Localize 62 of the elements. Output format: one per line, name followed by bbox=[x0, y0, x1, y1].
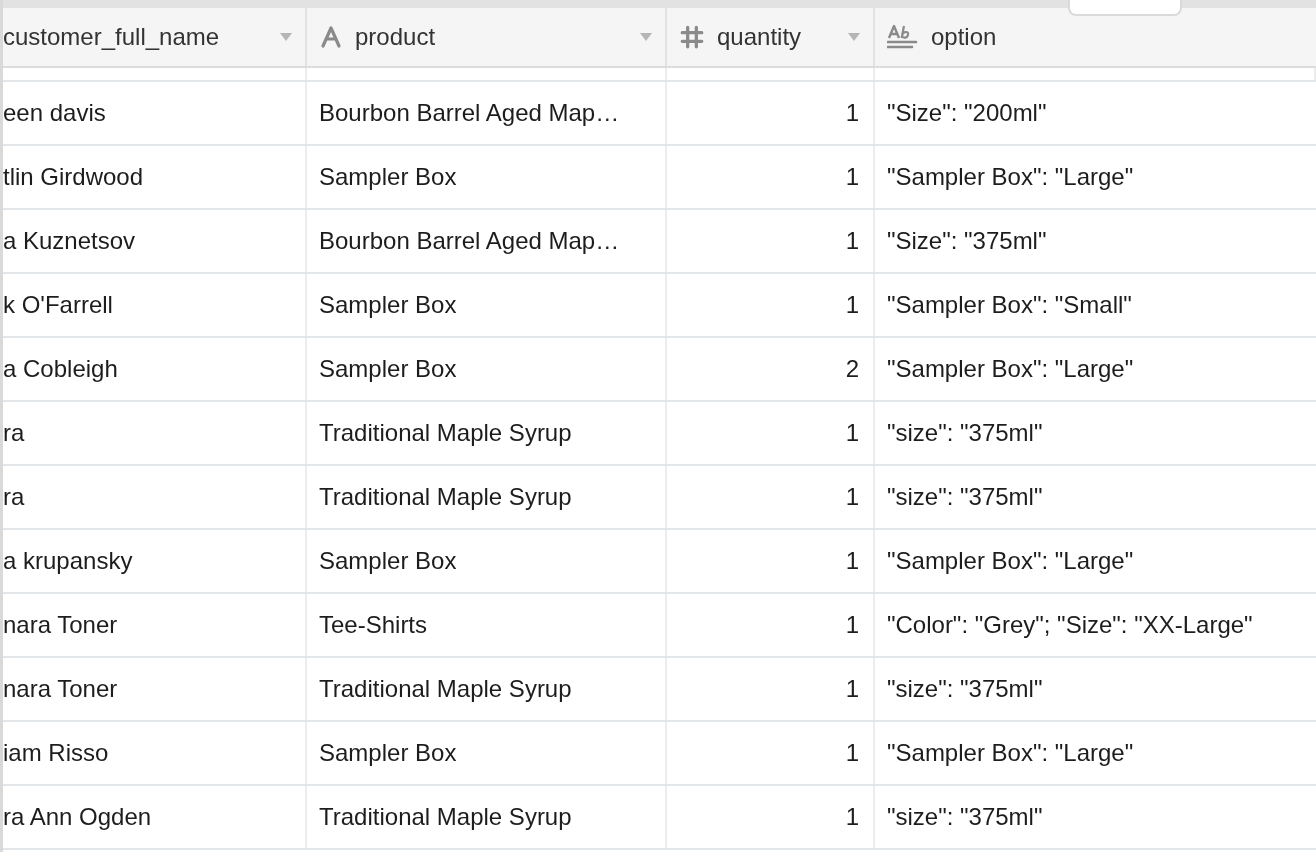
table-cell-text: "size": "375ml" bbox=[886, 674, 1044, 704]
table-cell: Sampler Box bbox=[307, 530, 667, 592]
table-cell: Sampler Box bbox=[307, 338, 667, 400]
long-text-icon bbox=[887, 24, 919, 50]
column-title: product bbox=[355, 23, 436, 51]
column-header[interactable]: customer_full_name bbox=[3, 8, 307, 66]
table-cell: ra Ann Ogden bbox=[3, 786, 307, 848]
table-cell: Bourbon Barrel Aged Map… bbox=[307, 210, 667, 272]
table-cell: 1 bbox=[667, 594, 875, 656]
table-cell: nara Toner bbox=[3, 658, 307, 720]
table-cell: 1 bbox=[667, 146, 875, 208]
table-cell: 1 bbox=[667, 466, 875, 528]
table-cell-text: "Size": "200ml" bbox=[886, 98, 1048, 128]
column-title: customer_full_name bbox=[3, 23, 220, 51]
table-cell: 1 bbox=[667, 658, 875, 720]
column-header[interactable]: quantity bbox=[667, 8, 875, 66]
table-cell-text: "Sampler Box": "Large" bbox=[886, 546, 1135, 576]
table-cell-text: "Size": "375ml" bbox=[886, 226, 1048, 256]
caret-icon[interactable] bbox=[639, 32, 653, 42]
column-title: option bbox=[931, 23, 997, 51]
table-cell: Sampler Box bbox=[307, 146, 667, 208]
caret-icon[interactable] bbox=[279, 32, 293, 42]
table-cell: 1 bbox=[667, 210, 875, 272]
table-cell-text: "Sampler Box": "Large" bbox=[886, 162, 1135, 192]
table-cell: nara Toner bbox=[3, 594, 307, 656]
table-cell: 1 bbox=[667, 274, 875, 336]
table-cell: Tee-Shirts bbox=[307, 594, 667, 656]
table-cell-text: "size": "375ml" bbox=[886, 418, 1044, 448]
table-cell: a Kuznetsov bbox=[3, 210, 307, 272]
column-header[interactable]: product bbox=[307, 8, 667, 66]
column-title: quantity bbox=[717, 23, 802, 51]
text-field-icon bbox=[319, 25, 343, 49]
table-cell: iam Risso bbox=[3, 722, 307, 784]
table-cell: 1 bbox=[667, 722, 875, 784]
table-cell-text: "Sampler Box": "Large" bbox=[886, 738, 1135, 768]
table-cell: ra bbox=[3, 466, 307, 528]
caret-icon[interactable] bbox=[847, 32, 861, 42]
table-cell: Bourbon Barrel Aged Map… bbox=[307, 82, 667, 144]
table-cell-text: "Color": "Grey"; "Size": "XX-Large" bbox=[886, 610, 1254, 640]
table-cell: Traditional Maple Syrup bbox=[307, 466, 667, 528]
table-cell: a Cobleigh bbox=[3, 338, 307, 400]
table-cell: een davis bbox=[3, 82, 307, 144]
table-cell: Sampler Box bbox=[307, 274, 667, 336]
table-cell: Traditional Maple Syrup bbox=[307, 786, 667, 848]
table-cell: 2 bbox=[667, 338, 875, 400]
table-cell: Traditional Maple Syrup bbox=[307, 402, 667, 464]
table-cell: 1 bbox=[667, 786, 875, 848]
table-cell: k O'Farrell bbox=[3, 274, 307, 336]
table-cell-text: "size": "375ml" bbox=[886, 482, 1044, 512]
table-cell-text: "size": "375ml" bbox=[886, 802, 1044, 832]
table-cell: Sampler Box bbox=[307, 722, 667, 784]
table-cell: Traditional Maple Syrup bbox=[307, 658, 667, 720]
column-header[interactable]: option bbox=[875, 8, 1316, 66]
table-cell: 1 bbox=[667, 402, 875, 464]
table-cell-text: "Sampler Box": "Large" bbox=[886, 354, 1135, 384]
table-cell-text: "Sampler Box": "Small" bbox=[886, 290, 1133, 320]
table-cell: a krupansky bbox=[3, 530, 307, 592]
table-cell: 1 bbox=[667, 530, 875, 592]
table-cell: tlin Girdwood bbox=[3, 146, 307, 208]
hash-icon bbox=[679, 24, 705, 50]
table-cell: 1 bbox=[667, 82, 875, 144]
table-cell: ra bbox=[3, 402, 307, 464]
